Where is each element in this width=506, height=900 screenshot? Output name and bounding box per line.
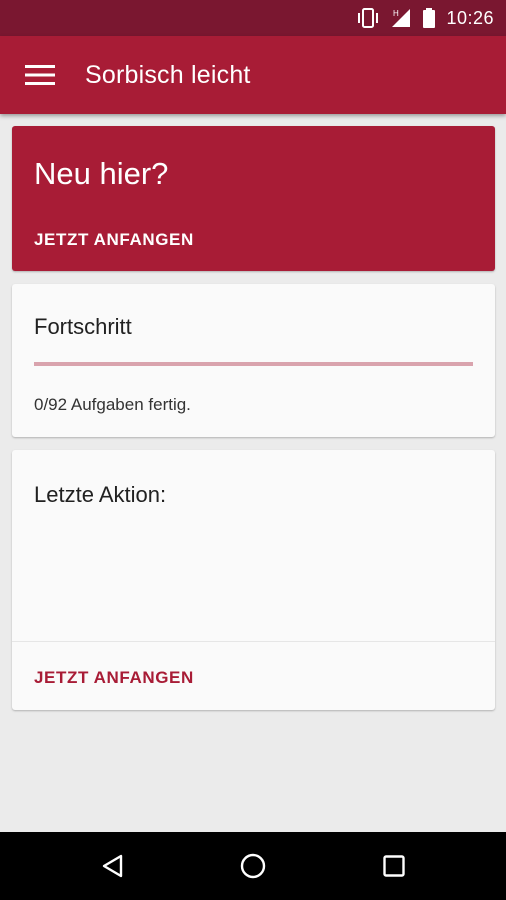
navigation-bar [0,832,506,900]
progress-text: 0/92 Aufgaben fertig. [34,395,191,414]
vibrate-icon [356,7,380,29]
progress-bar [34,362,473,366]
recents-button[interactable] [374,846,414,886]
menu-button[interactable] [13,48,67,102]
welcome-card: Neu hier? JETZT ANFANGEN [12,126,495,271]
home-button[interactable] [233,846,273,886]
signal-icon: H [390,7,412,29]
recents-icon [383,855,405,877]
last-action-card: Letzte Aktion: JETZT ANFANGEN [12,450,495,710]
app-title: Sorbisch leicht [85,60,251,89]
app-bar: Sorbisch leicht [0,36,506,114]
welcome-start-button[interactable]: JETZT ANFANGEN [34,230,194,250]
card-divider [12,641,495,642]
progress-title: Fortschritt [34,314,132,339]
svg-text:H: H [393,9,399,18]
last-action-title: Letzte Aktion: [34,482,167,507]
progress-card: Fortschritt 0/92 Aufgaben fertig. [12,284,495,437]
status-time: 10:26 [446,7,494,28]
last-action-start-button[interactable]: JETZT ANFANGEN [34,668,194,688]
home-icon [240,853,266,879]
back-button[interactable] [93,846,133,886]
back-icon [102,854,123,878]
status-bar: H 10:26 [0,0,506,36]
battery-icon [422,7,436,29]
hamburger-menu-icon [25,65,55,85]
welcome-title: Neu hier? [34,156,169,191]
